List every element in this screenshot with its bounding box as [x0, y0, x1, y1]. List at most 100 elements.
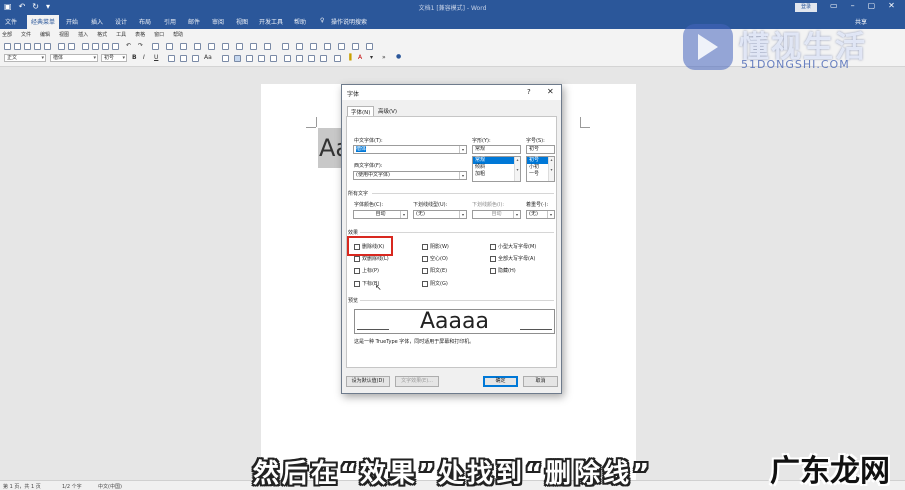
menu-edit[interactable]: 编辑 [40, 31, 50, 38]
align-right-icon[interactable] [246, 55, 253, 62]
close-icon[interactable]: ✕ [547, 87, 554, 96]
doc-map-icon[interactable] [236, 43, 243, 50]
save-doc-icon[interactable] [24, 43, 31, 50]
menu-insert[interactable]: 插入 [78, 31, 88, 38]
tab-advanced[interactable]: 高级(V) [375, 106, 400, 116]
outside-border-icon[interactable] [334, 55, 341, 62]
justify-icon[interactable] [258, 55, 265, 62]
table-icon[interactable] [166, 43, 173, 50]
underline-type-select[interactable]: (无) ▾ [413, 210, 467, 219]
all-caps-checkbox[interactable]: 全部大写字母(A) [490, 255, 535, 262]
menu-window[interactable]: 窗口 [154, 31, 164, 38]
style-input[interactable]: 常规 [472, 145, 521, 154]
tab-references[interactable]: 引用 [164, 17, 176, 26]
zoom-icon[interactable] [264, 43, 271, 50]
show-hide-icon[interactable] [250, 43, 257, 50]
char-scale-icon[interactable] [192, 55, 199, 62]
style-list[interactable]: 常规 倾斜 加粗 ▴ ▾ [472, 156, 521, 182]
small-caps-checkbox[interactable]: 小型大写字母(M) [490, 243, 536, 250]
checkbox-box[interactable] [354, 267, 360, 274]
menu-table[interactable]: 表格 [135, 31, 145, 38]
outline-checkbox[interactable]: 空心(O) [422, 255, 448, 262]
spelling-icon[interactable] [58, 43, 65, 50]
numbering-icon[interactable] [284, 55, 291, 62]
tab-layout[interactable]: 布局 [139, 17, 151, 26]
char-shading-icon[interactable] [180, 55, 187, 62]
align-left-icon[interactable] [222, 55, 229, 62]
bold-icon[interactable]: B [132, 54, 137, 61]
font-color-icon[interactable]: A [358, 54, 362, 61]
help-toolbar-icon[interactable] [366, 43, 373, 50]
tab-file[interactable]: 文件 [5, 17, 17, 26]
columns-icon[interactable] [208, 43, 215, 50]
align-center-icon[interactable] [234, 55, 241, 62]
checkbox-box[interactable] [354, 280, 360, 287]
menu-file[interactable]: 文件 [21, 31, 31, 38]
align-icon[interactable] [282, 43, 289, 50]
checkbox-box[interactable] [422, 280, 428, 287]
preview-icon[interactable] [44, 43, 51, 50]
chart-icon[interactable] [338, 43, 345, 50]
set-default-button[interactable]: 设为默认值(D) [346, 376, 390, 387]
western-font-select[interactable]: (使用中文字体) ▾ [353, 171, 467, 180]
tab-classic-menu[interactable]: 经典菜单 [27, 15, 60, 29]
font-combo[interactable]: 楷体 ▾ [50, 54, 98, 62]
menu-help[interactable]: 帮助 [173, 31, 183, 38]
checkbox-box[interactable] [354, 255, 360, 262]
menu-tools[interactable]: 工具 [116, 31, 126, 38]
engrave-checkbox[interactable]: 阴文(G) [422, 280, 448, 287]
checkbox-box[interactable] [490, 243, 496, 250]
menu-view[interactable]: 视图 [59, 31, 69, 38]
paste-icon[interactable] [102, 43, 109, 50]
format-painter-icon[interactable] [112, 43, 119, 50]
copy-icon[interactable] [92, 43, 99, 50]
double-strikethrough-checkbox[interactable]: 双删除线(L) [354, 255, 389, 262]
emboss-checkbox[interactable]: 阳文(E) [422, 267, 447, 274]
ok-button[interactable]: 确定 [483, 376, 518, 387]
checkbox-box[interactable] [490, 255, 496, 262]
checkbox-box[interactable] [422, 255, 428, 262]
excel-icon[interactable] [194, 43, 201, 50]
redo-toolbar-icon[interactable]: ↷ [138, 42, 143, 49]
hidden-checkbox[interactable]: 隐藏(H) [490, 267, 516, 274]
checkbox-box[interactable] [422, 267, 428, 274]
italic-icon[interactable]: I [143, 54, 145, 61]
hyperlink-icon[interactable] [152, 43, 159, 50]
open-icon[interactable] [14, 43, 21, 50]
tab-mailings[interactable]: 邮件 [188, 17, 200, 26]
tell-me-search[interactable]: 操作说明搜索 [331, 17, 367, 26]
new-doc-icon[interactable] [4, 43, 11, 50]
scrollbar[interactable]: ▴ ▾ [548, 157, 554, 181]
style-combo[interactable]: 正文 ▾ [4, 54, 46, 62]
minimize-icon[interactable]: – [851, 1, 855, 10]
chinese-font-select[interactable]: 楷体 ▾ [353, 145, 467, 154]
style-option[interactable]: 倾斜 [473, 164, 520, 171]
menu-format[interactable]: 格式 [97, 31, 107, 38]
scrollbar[interactable]: ▴ ▾ [514, 157, 520, 181]
insert-table-icon[interactable] [180, 43, 187, 50]
cancel-button[interactable]: 取消 [523, 376, 558, 387]
maximize-icon[interactable]: ▢ [868, 1, 876, 10]
style-option[interactable]: 加粗 [473, 171, 520, 178]
tell-me-icon[interactable]: ♀ [320, 17, 324, 24]
tab-insert[interactable]: 插入 [91, 17, 103, 26]
more-icon[interactable]: ▾ [370, 54, 373, 61]
help-icon[interactable]: ? [527, 88, 531, 96]
research-icon[interactable] [68, 43, 75, 50]
help-circle-icon[interactable]: ● [396, 53, 401, 60]
size-list[interactable]: 初号 小初 一号 ▴ ▾ [526, 156, 555, 182]
ribbon-options-icon[interactable]: ▭ [830, 1, 838, 10]
size-input[interactable]: 初号 [526, 145, 555, 154]
undo-toolbar-icon[interactable]: ↶ [126, 42, 131, 49]
style-option[interactable]: 常规 [473, 157, 520, 164]
symbol-icon[interactable] [352, 43, 359, 50]
font-color-select[interactable]: 自动 ▾ [353, 210, 408, 219]
checkbox-box[interactable] [422, 243, 428, 250]
tab-view[interactable]: 视图 [236, 17, 248, 26]
highlight-icon[interactable]: ▐ [347, 54, 352, 61]
superscript-checkbox[interactable]: 上标(P) [354, 267, 379, 274]
menu-all[interactable]: 全部 [2, 31, 12, 38]
textbox-icon[interactable] [296, 43, 303, 50]
char-border-icon[interactable] [168, 55, 175, 62]
bullets-icon[interactable] [296, 55, 303, 62]
